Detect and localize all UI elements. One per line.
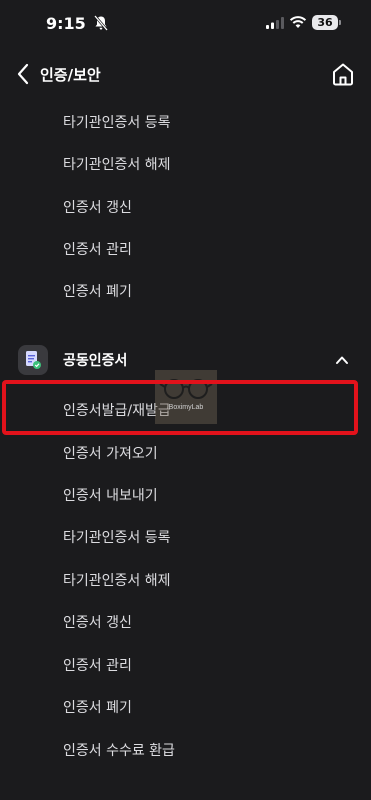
status-bar: 9:15 36 (0, 0, 371, 48)
menu-item-cert-revoke[interactable]: 인증서 폐기 (63, 280, 132, 304)
wifi-icon (289, 16, 307, 28)
status-time: 9:15 (46, 14, 86, 33)
menu-item-cert-manage[interactable]: 인증서 관리 (63, 238, 132, 262)
menu-item-cert-revoke-2[interactable]: 인증서 폐기 (63, 696, 132, 720)
menu-item-cert-manage-2[interactable]: 인증서 관리 (63, 654, 132, 678)
nav-bar: 인증/보안 (0, 52, 371, 96)
menu-item-cert-renew-2[interactable]: 인증서 갱신 (63, 611, 132, 635)
menu-item-cert-import[interactable]: 인증서 가져오기 (63, 442, 158, 466)
bell-off-icon (94, 15, 108, 31)
highlight-box (2, 380, 358, 435)
page-title: 인증/보안 (40, 66, 101, 84)
section-title: 공동인증서 (63, 353, 128, 369)
menu-item-cert-fee-refund[interactable]: 인증서 수수료 환급 (63, 739, 175, 763)
home-icon[interactable] (330, 61, 356, 87)
menu-item-foreign-cert-register-2[interactable]: 타기관인증서 등록 (63, 526, 171, 550)
certificate-icon (18, 345, 48, 375)
menu-item-foreign-cert-register[interactable]: 타기관인증서 등록 (63, 111, 171, 135)
battery-icon: 36 (312, 15, 341, 30)
menu-item-cert-export[interactable]: 인증서 내보내기 (63, 484, 158, 508)
section-header-joint-certificate[interactable]: 공동인증서 (0, 340, 371, 382)
menu-item-foreign-cert-release[interactable]: 타기관인증서 해제 (63, 153, 171, 177)
chevron-up-icon[interactable] (334, 352, 350, 368)
signal-icon (266, 17, 284, 29)
chevron-left-icon[interactable] (12, 60, 36, 88)
menu-item-cert-renew[interactable]: 인증서 갱신 (63, 196, 132, 220)
menu-item-foreign-cert-release-2[interactable]: 타기관인증서 해제 (63, 569, 171, 593)
menu-item-cert-issue[interactable]: 인증서발급/재발급 (63, 399, 171, 423)
